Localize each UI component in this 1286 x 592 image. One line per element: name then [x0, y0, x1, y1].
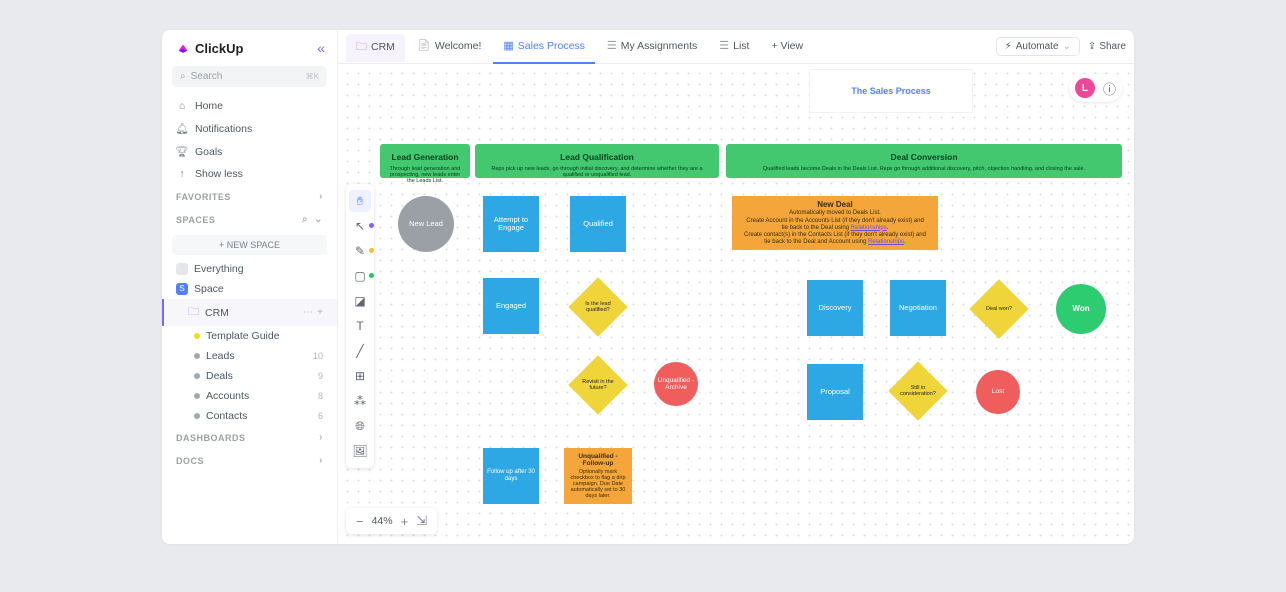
main-area: 🗀CRM 📄︎Welcome! ▦Sales Process ☰My Assig…	[338, 30, 1134, 544]
tree-space[interactable]: SSpace	[162, 279, 337, 299]
sidebar-header: ClickUp «	[162, 30, 337, 66]
chevron-down-icon[interactable]: ⌄	[314, 214, 323, 225]
band-deal-conversion[interactable]: Deal ConversionQualified leads become De…	[726, 144, 1122, 178]
band-lead-generation[interactable]: Lead GenerationThrough lead generation a…	[380, 144, 470, 178]
node-lost[interactable]: Lost	[976, 370, 1020, 414]
tab-list[interactable]: ☰List	[709, 30, 759, 64]
tree-everything[interactable]: Everything	[162, 259, 337, 279]
board-title[interactable]: The Sales Process	[810, 70, 972, 112]
node-new-lead[interactable]: New Lead	[398, 196, 454, 252]
breadcrumb-crm[interactable]: 🗀CRM	[346, 34, 405, 62]
folder-icon: 🗀	[188, 303, 199, 322]
node-discovery[interactable]: Discovery	[807, 280, 863, 336]
list-dot-icon	[194, 393, 200, 399]
home-icon: ⌂	[176, 100, 188, 112]
list-dot-icon	[194, 353, 200, 359]
section-favorites[interactable]: FAVORITES›	[162, 185, 337, 208]
sparkle-icon	[194, 333, 200, 339]
node-deal-won-decision[interactable]: Deal won?	[969, 279, 1028, 338]
connectors-layer	[338, 64, 638, 214]
tree-leads[interactable]: Leads10	[162, 346, 337, 366]
whiteboard-icon: ▦	[503, 39, 513, 52]
tree-crm[interactable]: 🗀CRM⋯+	[162, 299, 337, 326]
chevron-right-icon: ›	[319, 432, 323, 443]
share-icon: ⇪	[1088, 41, 1096, 52]
arrow-up-icon: ↑	[176, 168, 188, 180]
search-small-icon[interactable]: ⌕	[302, 214, 308, 225]
nav-show-less[interactable]: ↑Show less	[162, 163, 337, 185]
node-revisit-decision[interactable]: Revisit in the future?	[568, 355, 627, 414]
section-spaces[interactable]: SPACES⌕⌄	[162, 208, 337, 231]
node-engaged[interactable]: Engaged	[483, 278, 539, 334]
whiteboard-content: The Sales Process Lead GenerationThrough…	[338, 64, 1134, 544]
node-still-consideration-decision[interactable]: Still in consideration?	[888, 361, 947, 420]
list-dot-icon	[194, 373, 200, 379]
tab-my-assignments[interactable]: ☰My Assignments	[597, 30, 707, 64]
app-window: ClickUp « ⌕Search ⌘K ⌂Home 🔔︎Notificatio…	[162, 30, 1134, 544]
folder-icon: 🗀	[356, 38, 367, 57]
space-icon: S	[176, 283, 188, 295]
add-view-button[interactable]: + View	[761, 30, 813, 64]
trophy-icon: 🏆︎	[176, 145, 188, 158]
node-attempt-engage[interactable]: Attempt to Engage	[483, 196, 539, 252]
bell-icon: 🔔︎	[176, 122, 188, 135]
sidebar-collapse-button[interactable]: «	[317, 40, 325, 56]
clickup-logo-icon	[176, 41, 190, 55]
nav-notifications[interactable]: 🔔︎Notifications	[162, 117, 337, 140]
band-lead-qualification[interactable]: Lead QualificationReps pick up new leads…	[475, 144, 719, 178]
tab-bar: 🗀CRM 📄︎Welcome! ▦Sales Process ☰My Assig…	[338, 30, 1134, 64]
plus-icon[interactable]: +	[317, 307, 323, 318]
chevron-right-icon: ›	[319, 455, 323, 466]
node-unqualified-followup[interactable]: Unqualified - Follow-upOptionally mark c…	[564, 448, 632, 504]
node-proposal[interactable]: Proposal	[807, 364, 863, 420]
node-new-deal[interactable]: New Deal Automatically moved to Deals Li…	[732, 196, 938, 250]
tab-sales-process[interactable]: ▦Sales Process	[493, 30, 595, 64]
share-button[interactable]: ⇪Share	[1088, 41, 1126, 52]
tab-welcome[interactable]: 📄︎Welcome!	[407, 30, 491, 64]
section-dashboards[interactable]: DASHBOARDS›	[162, 426, 337, 449]
brand-name: ClickUp	[195, 41, 243, 56]
nav-goals[interactable]: 🏆︎Goals	[162, 140, 337, 163]
brand-logo[interactable]: ClickUp	[176, 41, 243, 56]
whiteboard-canvas[interactable]: L ⓘ ✋︎ ↖ ✎ ▢ ◪ T ╱ ⊞ ⁂ 🌐︎ 🖼︎ − 44%	[338, 64, 1134, 544]
doc-icon: 📄︎	[417, 39, 431, 52]
list-dot-icon	[194, 413, 200, 419]
node-qualified[interactable]: Qualified	[570, 196, 626, 252]
more-icon[interactable]: ⋯	[303, 307, 313, 318]
automate-button[interactable]: ⚡︎Automate⌄	[996, 37, 1080, 56]
bolt-icon: ⚡︎	[1005, 41, 1012, 52]
nav-home[interactable]: ⌂Home	[162, 95, 337, 117]
list-icon: ☰	[719, 39, 729, 52]
search-input[interactable]: ⌕Search ⌘K	[172, 66, 327, 87]
tree-accounts[interactable]: Accounts8	[162, 386, 337, 406]
list-icon: ☰	[607, 39, 617, 52]
node-negotiation[interactable]: Negotiation	[890, 280, 946, 336]
node-unqualified-archive[interactable]: Unqualified - Archive	[654, 362, 698, 406]
tree-template-guide[interactable]: Template Guide	[162, 326, 337, 346]
node-lead-qualified-decision[interactable]: Is the lead qualified?	[568, 277, 627, 336]
tree-contacts[interactable]: Contacts6	[162, 406, 337, 426]
node-won[interactable]: Won	[1056, 284, 1106, 334]
new-space-button[interactable]: + NEW SPACE	[172, 235, 327, 255]
sidebar: ClickUp « ⌕Search ⌘K ⌂Home 🔔︎Notificatio…	[162, 30, 338, 544]
section-docs[interactable]: DOCS›	[162, 449, 337, 472]
node-followup-30days[interactable]: Follow up after 30 days	[483, 448, 539, 504]
chevron-down-icon: ⌄	[1063, 41, 1071, 52]
grid-icon	[176, 263, 188, 275]
search-shortcut: ⌘K	[306, 72, 319, 81]
tree-deals[interactable]: Deals9	[162, 366, 337, 386]
chevron-right-icon: ›	[319, 191, 323, 202]
search-icon: ⌕	[180, 71, 186, 82]
